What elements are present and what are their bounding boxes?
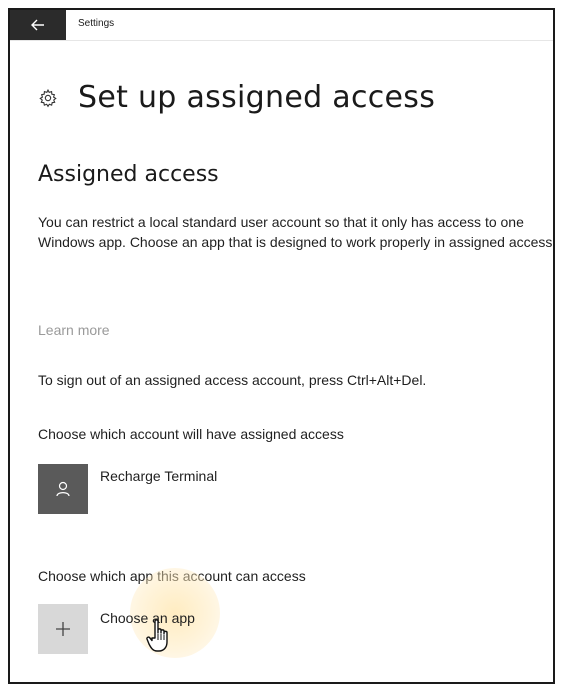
back-button[interactable] [10,10,66,40]
window-title: Settings [78,18,115,29]
choose-app-button[interactable]: Choose an app [38,604,195,654]
page-title: Set up assigned access [78,80,436,115]
sign-out-hint: To sign out of an assigned access accoun… [38,372,427,388]
plus-icon [56,622,70,636]
choose-app-label: Choose which app this account can access [38,568,306,584]
section-title: Assigned access [38,162,219,187]
learn-more-link[interactable]: Learn more [38,322,110,338]
settings-window: Settings Set up assigned access Assigned… [8,8,555,684]
section-description: You can restrict a local standard user a… [38,214,555,250]
gear-icon [39,88,57,107]
person-icon [56,481,70,497]
account-name: Recharge Terminal [100,468,218,484]
choose-app-label-text: Choose an app [100,610,195,626]
choose-account-label: Choose which account will have assigned … [38,426,344,442]
account-selector[interactable]: Recharge Terminal [38,464,217,514]
page-header: Set up assigned access [38,80,435,115]
back-arrow-icon [31,19,44,31]
plus-tile [38,604,88,654]
account-avatar [38,464,88,514]
title-bar: Settings [10,10,553,41]
